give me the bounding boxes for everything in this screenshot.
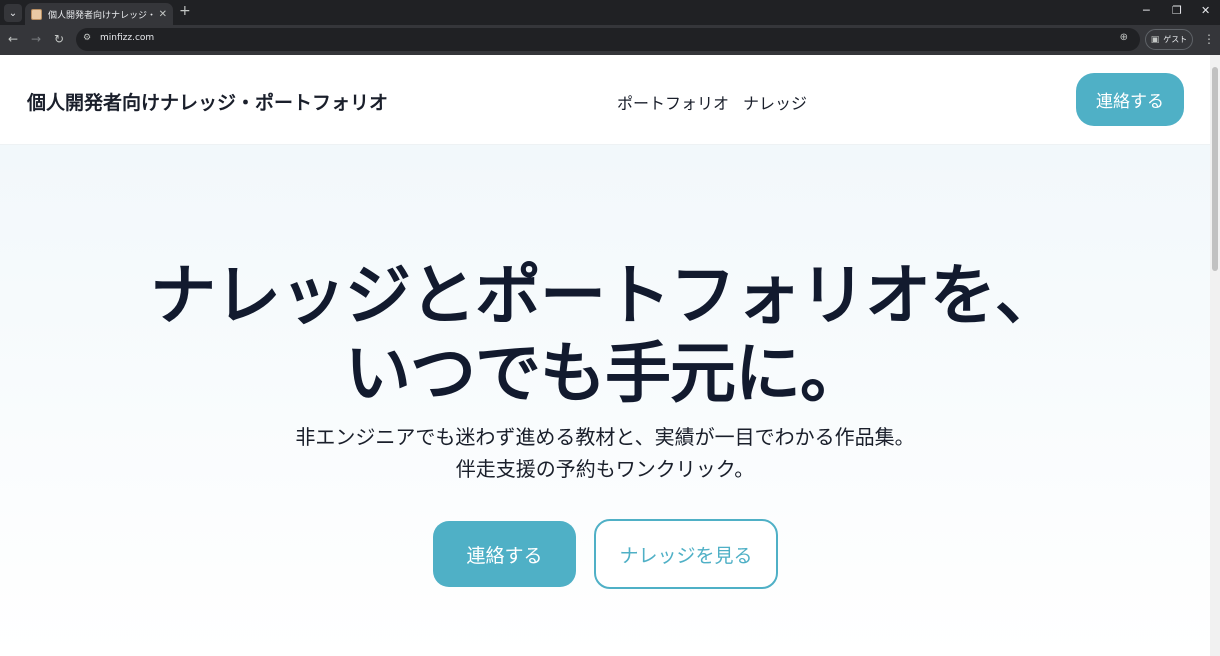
hero-subtext: 非エンジニアでも迷わず進める教材と、実績が一目でわかる作品集。 伴走支援の予約も… (0, 421, 1210, 485)
site-header: 個人開発者向けナレッジ・ポートフォリオ ポートフォリオ ナレッジ 連絡する (0, 55, 1210, 145)
headline-line-2: いつでも手元に。 (345, 335, 866, 412)
scrollbar-thumb[interactable] (1212, 67, 1218, 271)
subtext-line-2: 伴走支援の予約もワンクリック。 (455, 457, 755, 481)
url-text[interactable]: minfizz.com (100, 33, 154, 43)
window-close-icon[interactable]: ✕ (1201, 4, 1210, 17)
profile-button[interactable]: ▣ ゲスト (1145, 29, 1193, 50)
tab-search-chevron-icon[interactable]: ⌄ (4, 4, 22, 22)
hero-section: ナレッジとポートフォリオを、 いつでも手元に。 非エンジニアでも迷わず進める教材… (0, 145, 1210, 656)
hero-contact-button[interactable]: 連絡する (433, 521, 576, 587)
site-brand[interactable]: 個人開発者向けナレッジ・ポートフォリオ (27, 88, 388, 115)
browser-toolbar: ← → ↻ ⚙ minfizz.com ⊕ ▣ ゲスト ⋮ (0, 25, 1220, 55)
subtext-line-1: 非エンジニアでも迷わず進める教材と、実績が一目でわかる作品集。 (295, 425, 915, 449)
back-arrow-icon[interactable]: ← (8, 32, 18, 46)
reload-icon[interactable]: ↻ (54, 32, 64, 46)
minimize-icon[interactable]: ─ (1143, 4, 1150, 17)
restore-icon[interactable]: ❐ (1172, 4, 1182, 17)
zoom-icon[interactable]: ⊕ (1120, 32, 1128, 43)
address-bar[interactable]: ⚙ minfizz.com ⊕ (76, 28, 1140, 51)
profile-avatar-icon: ▣ (1150, 34, 1160, 45)
forward-arrow-icon[interactable]: → (31, 32, 41, 46)
nav-link-portfolio[interactable]: ポートフォリオ (617, 90, 729, 114)
header-contact-button[interactable]: 連絡する (1076, 73, 1184, 126)
profile-label: ゲスト (1163, 35, 1188, 44)
hero-headline: ナレッジとポートフォリオを、 いつでも手元に。 (0, 257, 1210, 413)
site-settings-icon[interactable]: ⚙ (83, 33, 91, 43)
tab-close-icon[interactable]: ✕ (159, 9, 167, 20)
browser-menu-icon[interactable]: ⋮ (1203, 32, 1215, 46)
browser-tabstrip: ⌄ 個人開発者向けナレッジ・ポートフォ ✕ + ─ ❐ ✕ (0, 0, 1220, 25)
browser-tab[interactable]: 個人開発者向けナレッジ・ポートフォ ✕ (25, 3, 173, 25)
new-tab-plus-icon[interactable]: + (179, 3, 191, 19)
page-scrollbar[interactable] (1210, 55, 1220, 656)
view-knowledge-button[interactable]: ナレッジを見る (594, 519, 778, 589)
nav-link-knowledge[interactable]: ナレッジ (743, 90, 807, 114)
tab-title: 個人開発者向けナレッジ・ポートフォ (48, 10, 156, 21)
headline-line-1: ナレッジとポートフォリオを、 (150, 257, 1061, 334)
page-viewport: 個人開発者向けナレッジ・ポートフォリオ ポートフォリオ ナレッジ 連絡する ナレ… (0, 55, 1210, 656)
site-favicon-icon (31, 8, 42, 20)
